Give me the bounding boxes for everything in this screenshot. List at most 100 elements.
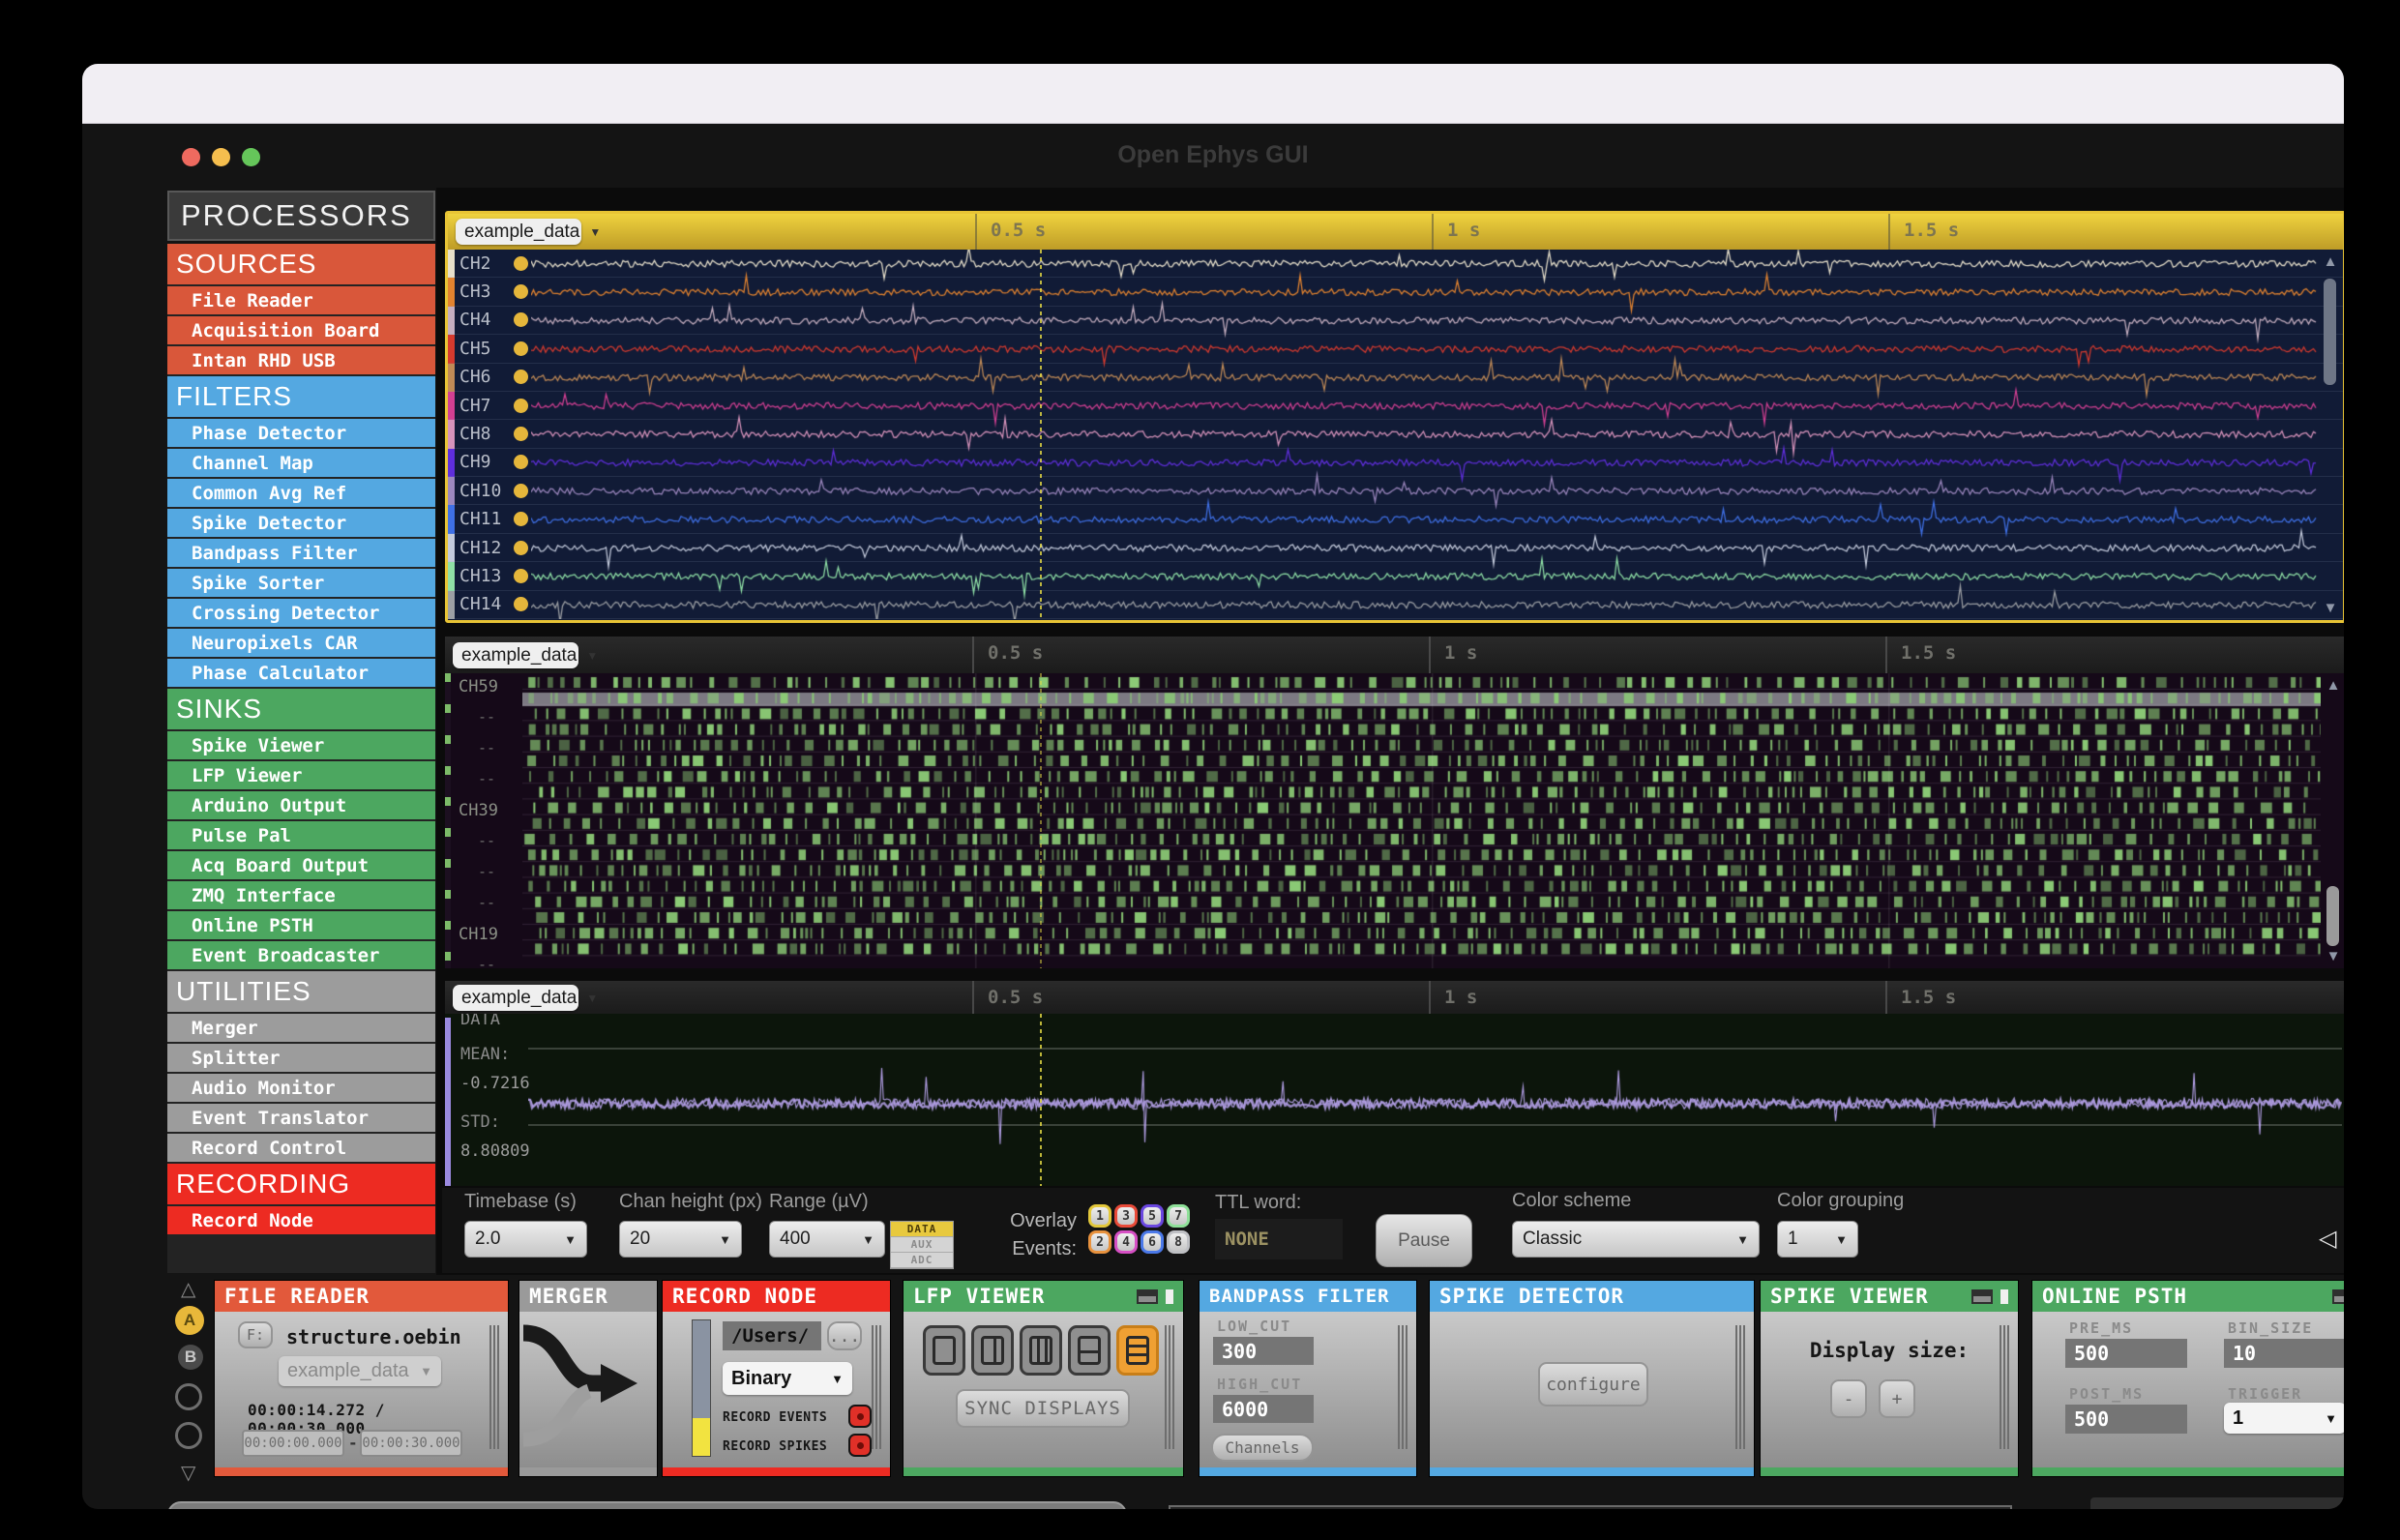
message-input[interactable] [1169,1505,2012,1509]
audio-monitor-dot[interactable] [514,398,528,413]
stream-selector-dropdown[interactable]: example_data ▼ [453,985,598,1011]
stream-selector-dropdown[interactable]: example_data ▼ [456,219,601,245]
timebase-dropdown[interactable]: 2.0 ▼ [464,1221,587,1258]
browse-button[interactable]: ... [827,1321,862,1350]
overlay-event-button-8[interactable]: 8 [1167,1230,1190,1254]
layout-three-col-button[interactable] [1020,1325,1062,1376]
layout-single-button[interactable] [923,1325,965,1376]
lfp-trace-area[interactable]: CH2 CH3 CH4 CH5 CH6 CH7 CH8 CH9 CH10 CH11 CH12 CH13… [448,250,2343,620]
chain-selector-empty[interactable] [175,1422,202,1449]
processor-item-channel-map[interactable]: Channel Map [167,449,435,477]
scroll-down-icon[interactable]: ▼ [2320,600,2341,616]
chain-selector-a[interactable]: A [175,1306,204,1335]
record-events-toggle[interactable] [848,1405,872,1428]
processor-item-event-broadcaster[interactable]: Event Broadcaster [167,941,435,969]
processor-item-bandpass-filter[interactable]: Bandpass Filter [167,539,435,567]
processor-item-spike-detector[interactable]: Spike Detector [167,509,435,537]
processor-item-acquisition-board[interactable]: Acquisition Board [167,316,435,344]
audio-monitor-dot[interactable] [514,426,528,441]
record-path-field[interactable]: /Users/ [723,1321,821,1350]
processor-item-file-reader[interactable]: File Reader [167,286,435,314]
raster-scrollbar[interactable]: ▲ ▼ [2323,675,2344,966]
audio-monitor-dot[interactable] [514,284,528,300]
processor-item-lfp-viewer[interactable]: LFP Viewer [167,761,435,789]
scroll-up-icon[interactable]: ▲ [2323,677,2344,694]
post-ms-field[interactable]: 500 [2065,1405,2187,1434]
sync-displays-button[interactable]: SYNC DISPLAYS [956,1389,1130,1428]
drag-handle[interactable] [872,1325,881,1449]
chain-scroll-up-icon[interactable]: △ [181,1277,195,1301]
tab-icon[interactable] [2000,1288,2008,1304]
processor-item-crossing-detector[interactable]: Crossing Detector [167,599,435,627]
module-merger[interactable]: MERGER [519,1281,657,1476]
audio-monitor-dot[interactable] [514,455,528,470]
trigger-dropdown[interactable]: 1 ▼ [2224,1403,2344,1434]
processor-item-spike-sorter[interactable]: Spike Sorter [167,569,435,597]
module-online-psth[interactable]: ONLINE PSTH PRE_MS 500 BIN_SIZE 10 POST_… [2032,1281,2344,1476]
overlay-event-button-1[interactable]: 1 [1088,1204,1111,1228]
chan-height-dropdown[interactable]: 20 ▼ [619,1221,742,1258]
low-cut-field[interactable]: 300 [1213,1337,1314,1365]
tab-icon[interactable] [1166,1288,1173,1304]
audio-monitor-dot[interactable] [514,540,528,555]
raster-display-panel[interactable]: example_data ▼ 0.5 s1 s 1.5 s CH59 -- -- -- C… [445,637,2344,968]
configure-button[interactable]: configure [1538,1362,1648,1407]
audio-monitor-dot[interactable] [514,568,528,583]
range-end-field[interactable]: 00:00:30.000 [360,1430,462,1457]
processor-item-record-control[interactable]: Record Control [167,1134,435,1162]
processor-item-arduino-output[interactable]: Arduino Output [167,791,435,819]
processor-item-neuropixels-car[interactable]: Neuropixels CAR [167,629,435,657]
channels-button[interactable]: Channels [1211,1434,1314,1462]
stream-dropdown[interactable]: example_data ▼ [279,1356,441,1386]
single-trace-area[interactable]: DATA MEAN: -0.7216 STD: 8.80809 [445,1014,2344,1186]
processor-item-phase-calculator[interactable]: Phase Calculator [167,659,435,687]
module-bandpass-filter[interactable]: BANDPASS FILTER LOW_CUT 300 HIGH_CUT 600… [1200,1281,1416,1476]
processor-item-intan-rhd-usb[interactable]: Intan RHD USB [167,346,435,374]
open-window-icon[interactable] [1971,1288,1993,1304]
audio-monitor-dot[interactable] [514,483,528,498]
color-grouping-dropdown[interactable]: 1 ▼ [1777,1221,1858,1258]
record-spikes-toggle[interactable] [848,1434,872,1457]
layout-two-col-button[interactable] [971,1325,1014,1376]
module-spike-detector[interactable]: SPIKE DETECTOR configure [1430,1281,1754,1476]
processor-item-audio-monitor[interactable]: Audio Monitor [167,1074,435,1102]
file-select-button[interactable]: F: [238,1321,273,1348]
chain-scroll-down-icon[interactable]: ▽ [181,1461,195,1485]
drag-handle[interactable] [489,1325,499,1449]
overlay-event-button-5[interactable]: 5 [1141,1204,1164,1228]
scrollbar-thumb[interactable] [2326,886,2339,946]
single-trace-panel[interactable]: example_data ▼ 0.5 s 1 s 1.5 s DATA MEAN: … [445,981,2344,1186]
range-start-field[interactable]: 00:00:00.000 [242,1430,344,1457]
module-file-reader[interactable]: FILE READER F: structure.oebin example_d… [215,1281,508,1476]
range-dropdown[interactable]: 400 ▼ [769,1221,885,1258]
signal-type-data[interactable]: DATA [891,1222,953,1237]
module-lfp-viewer[interactable]: LFP VIEWER SYNC DISPLAYS [904,1281,1183,1476]
processor-item-phase-detector[interactable]: Phase Detector [167,419,435,447]
drag-handle[interactable] [1165,1325,1174,1449]
audio-monitor-dot[interactable] [514,512,528,527]
processor-item-record-node[interactable]: Record Node [167,1206,435,1234]
overlay-event-button-6[interactable]: 6 [1141,1230,1164,1254]
scrollbar-thumb[interactable] [2324,279,2336,385]
audio-monitor-dot[interactable] [514,312,528,328]
bin-size-field[interactable]: 10 [2224,1339,2344,1368]
open-window-icon[interactable] [2332,1288,2344,1304]
controls-collapse-icon[interactable]: ◁ [2319,1225,2336,1253]
scroll-down-icon[interactable]: ▼ [2323,948,2344,964]
layout-three-row-button-selected[interactable] [1116,1325,1159,1376]
processor-item-pulse-pal[interactable]: Pulse Pal [167,821,435,849]
overlay-event-button-4[interactable]: 4 [1114,1230,1138,1254]
audio-monitor-dot[interactable] [514,255,528,271]
overlay-event-button-3[interactable]: 3 [1114,1204,1138,1228]
signal-chain-label[interactable]: SIGNAL CHAIN △ [2090,1497,2344,1509]
processor-item-merger[interactable]: Merger [167,1014,435,1042]
raster-area[interactable]: CH59 -- -- -- CH39 -- -- -- CH19 -- ▲ ▼ [445,673,2344,968]
module-spike-viewer[interactable]: SPIKE VIEWER Display size: - + [1761,1281,2018,1476]
processor-item-acq-board-output[interactable]: Acq Board Output [167,851,435,879]
lfp-scrollbar[interactable]: ▲ ▼ [2320,252,2341,618]
scroll-up-icon[interactable]: ▲ [2320,253,2341,270]
record-format-dropdown[interactable]: Binary ▼ [723,1362,852,1395]
stream-selector-dropdown[interactable]: example_data ▼ [453,642,598,668]
processor-item-event-translator[interactable]: Event Translator [167,1104,435,1132]
signal-type-aux[interactable]: AUX [891,1237,953,1253]
